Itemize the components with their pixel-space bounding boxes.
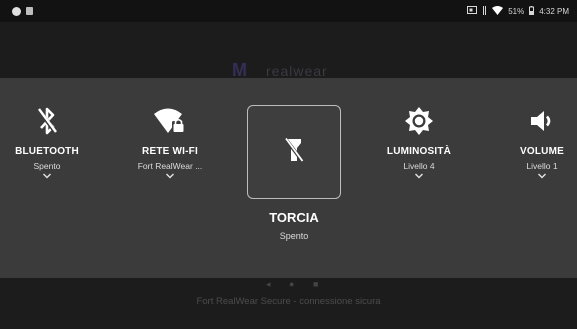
flashlight-status: Spento [279,231,309,241]
tile-volume[interactable]: VOLUME Livello 1 [487,78,577,179]
brightness-icon [364,106,474,136]
background-footer-text: Fort RealWear Secure - connessione sicur… [196,296,381,307]
tile-wifi[interactable]: RETE WI-FI Fort RealWear ... [115,78,225,179]
tile-flashlight[interactable] [247,105,341,199]
chevron-down-icon[interactable] [115,173,225,179]
bluetooth-off-icon [0,106,102,136]
chevron-down-icon[interactable] [487,173,577,179]
battery-icon [529,5,535,17]
tile-status: Livello 4 [403,161,435,171]
tile-status: Fort RealWear ... [137,161,203,171]
wifi-signal-icon [492,5,504,17]
tile-label: RETE WI-FI [142,146,198,157]
background-nav-icons: ◂ ● ■ [266,279,327,289]
volume-icon [487,106,577,136]
screenshot-icon [467,6,478,16]
tile-label: BLUETOOTH [15,146,79,157]
notification-dot-icon [12,6,21,16]
chevron-down-icon[interactable] [0,173,102,179]
tile-status: Livello 1 [526,161,558,171]
clock: 4:32 PM [539,6,569,16]
flashlight-off-icon [283,136,305,168]
tile-label: LUMINOSITÀ [386,146,452,157]
status-bar: 51% 4:32 PM [0,0,577,22]
tile-bluetooth[interactable]: BLUETOOTH Spento [0,78,102,179]
flashlight-label: TORCIA [269,210,319,225]
quick-settings-panel: BLUETOOTH Spento RETE WI-FI Fort RealWea… [0,78,577,278]
battery-percent: 51% [508,6,525,16]
tile-brightness[interactable]: LUMINOSITÀ Livello 4 [364,78,474,179]
chevron-down-icon[interactable] [364,173,474,179]
tile-status: Spento [33,161,61,171]
tile-label: VOLUME [520,146,564,157]
data-transfer-icon [482,5,487,17]
notification-image-icon [26,7,33,15]
wifi-lock-icon [115,106,225,136]
